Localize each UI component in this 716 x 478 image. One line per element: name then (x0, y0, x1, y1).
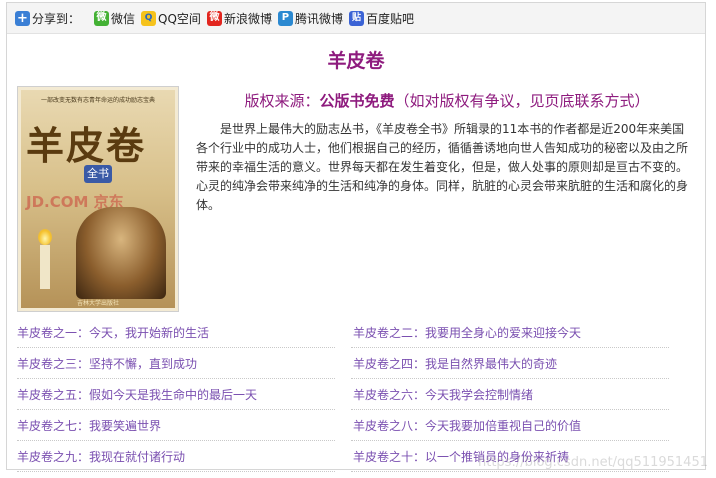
share-tencent-weibo-label: 腾讯微博 (294, 11, 343, 26)
cover-top-text: 一部改变无数有志青年命运的成功励志宝典 (40, 97, 155, 104)
share-weibo-label: 新浪微博 (223, 11, 272, 26)
copyright-source: 版权来源：公版书免费（如对版权有争议，见页底联系方式） (187, 90, 707, 111)
share-qzone-label: QQ空间 (158, 11, 201, 26)
tencent-weibo-icon: P (277, 10, 293, 26)
chapter-link-3[interactable]: 羊皮卷之三：坚持不懈，直到成功 (17, 348, 335, 379)
qzone-icon: Q (141, 10, 157, 26)
cover-badge: 全书 (84, 165, 112, 183)
share-more-button[interactable]: + 分享到： (15, 10, 88, 27)
share-tencent-weibo-button[interactable]: P 腾讯微博 (277, 10, 343, 27)
chapter-link-6[interactable]: 羊皮卷之六：今天我学会控制情绪 (351, 379, 669, 410)
chapter-link-4[interactable]: 羊皮卷之四：我是自然界最伟大的奇迹 (351, 348, 669, 379)
cover-title: 羊皮卷 (26, 123, 147, 168)
tieba-icon: 贴 (348, 10, 364, 26)
wechat-icon: 微 (94, 10, 110, 26)
cover-publisher: 吉林大学出版社 (76, 300, 119, 307)
chapter-row: 羊皮卷之一：今天，我开始新的生活 羊皮卷之二：我要用全身心的爱来迎接今天 (17, 317, 697, 348)
candle-icon (40, 245, 50, 289)
source-strong: 公版书免费 (319, 92, 395, 110)
chapter-link-10[interactable]: 羊皮卷之十：以一个推销员的身份来祈祷 (351, 441, 669, 472)
portrait-image (76, 207, 166, 299)
book-page: + 分享到： 微 微信 Q QQ空间 微 新浪微博 P 腾讯微博 贴 百度贴吧 … (6, 2, 707, 472)
book-title: 羊皮卷 (327, 50, 385, 72)
chapter-row: 羊皮卷之五：假如今天是我生命中的最后一天 羊皮卷之六：今天我学会控制情绪 (17, 379, 697, 410)
share-tieba-label: 百度贴吧 (365, 11, 414, 26)
chapter-link-7[interactable]: 羊皮卷之七：我要笑遍世界 (17, 410, 335, 441)
chapter-link-1[interactable]: 羊皮卷之一：今天，我开始新的生活 (17, 317, 335, 348)
plus-icon: + (15, 10, 30, 26)
share-label: 分享到： (32, 11, 81, 26)
chapter-row: 羊皮卷之三：坚持不懈，直到成功 羊皮卷之四：我是自然界最伟大的奇迹 (17, 348, 697, 379)
chapter-link-9[interactable]: 羊皮卷之九：我现在就付诸行动 (17, 441, 335, 472)
chapter-link-2[interactable]: 羊皮卷之二：我要用全身心的爱来迎接今天 (351, 317, 669, 348)
share-tieba-button[interactable]: 贴 百度贴吧 (348, 10, 414, 27)
weibo-icon: 微 (206, 10, 222, 26)
share-wechat-label: 微信 (111, 11, 136, 26)
chapter-link-5[interactable]: 羊皮卷之五：假如今天是我生命中的最后一天 (17, 379, 335, 410)
chapter-row: 羊皮卷之七：我要笑遍世界 羊皮卷之八：今天我要加倍重视自己的价值 (17, 410, 697, 441)
share-qzone-button[interactable]: Q QQ空间 (141, 10, 201, 27)
chapter-link-8[interactable]: 羊皮卷之八：今天我要加倍重视自己的价值 (351, 410, 669, 441)
chapter-row: 羊皮卷之九：我现在就付诸行动 羊皮卷之十：以一个推销员的身份来祈祷 (17, 441, 697, 472)
share-wechat-button[interactable]: 微 微信 (94, 10, 135, 27)
share-weibo-button[interactable]: 微 新浪微博 (206, 10, 272, 27)
source-suffix: （如对版权有争议，见页底联系方式） (394, 92, 650, 110)
share-bar: + 分享到： 微 微信 Q QQ空间 微 新浪微博 P 腾讯微博 贴 百度贴吧 (7, 3, 705, 34)
chapter-link-list: 羊皮卷之一：今天，我开始新的生活 羊皮卷之二：我要用全身心的爱来迎接今天 羊皮卷… (17, 317, 697, 472)
book-description: 是世界上最伟大的励志丛书，《羊皮卷全书》所辑录的11本书的作者都是近200年来美… (196, 122, 689, 212)
source-prefix: 版权来源： (244, 92, 320, 110)
book-cover-image[interactable]: 一部改变无数有志青年命运的成功励志宝典 羊皮卷 全书 JD.COM 京东 吉林大… (17, 86, 179, 312)
candle-flame-icon (38, 229, 52, 245)
